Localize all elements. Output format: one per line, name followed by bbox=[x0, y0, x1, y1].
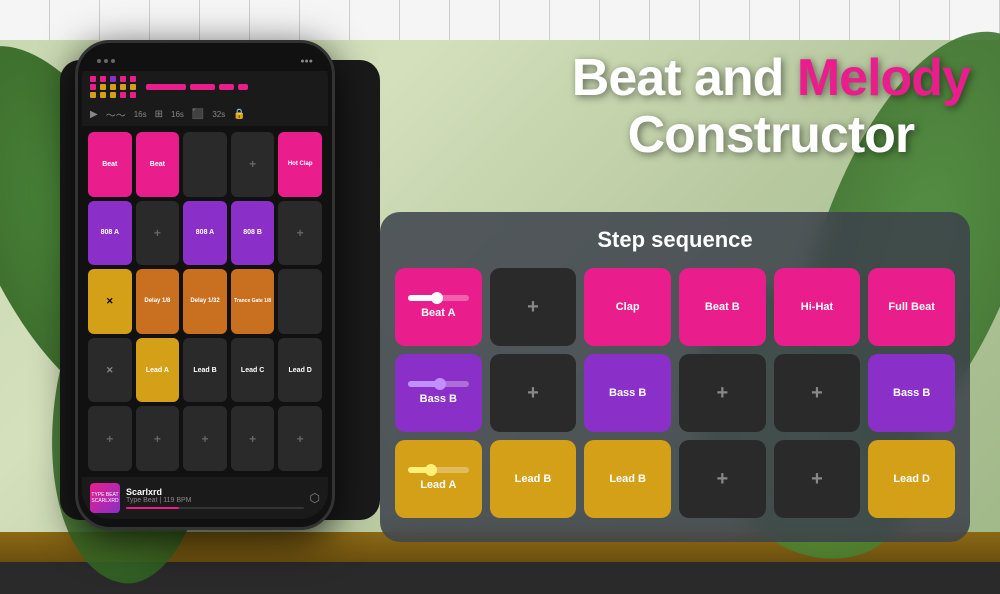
pad-add-5[interactable]: + bbox=[136, 406, 180, 471]
pad-add-6[interactable]: + bbox=[183, 406, 227, 471]
lead-a-slider[interactable] bbox=[408, 467, 469, 473]
step-pad-lead-b-1[interactable]: Lead B bbox=[490, 440, 577, 518]
pad-lead-c[interactable]: Lead C bbox=[231, 338, 275, 403]
lock-icon[interactable]: 🔒 bbox=[233, 109, 245, 120]
beat-a-slider[interactable] bbox=[408, 295, 469, 301]
pad-beat-b[interactable]: Beat bbox=[136, 132, 180, 197]
pad-hot-clap[interactable]: Hot Clap bbox=[278, 132, 322, 197]
piano-keys bbox=[0, 0, 1000, 40]
phone-header bbox=[82, 71, 328, 103]
footer-artist-name: Scarlxrd bbox=[126, 487, 304, 497]
pad-add-8[interactable]: + bbox=[278, 406, 322, 471]
step-pad-hi-hat[interactable]: Hi-Hat bbox=[774, 268, 861, 346]
pad-delay-1[interactable]: Delay 1/8 bbox=[136, 269, 180, 334]
title-line1: Beat and Melody bbox=[572, 50, 970, 107]
step-sequence-title: Step sequence bbox=[395, 227, 955, 253]
phone-footer: TYPE BEAT SCARLXRD Scarlxrd Type Beat | … bbox=[82, 477, 328, 519]
pad-empty-2[interactable] bbox=[278, 269, 322, 334]
step-pad-add-1[interactable]: + bbox=[490, 268, 577, 346]
step-pad-beat-b[interactable]: Beat B bbox=[679, 268, 766, 346]
step-pad-bass-b-3[interactable]: Bass B bbox=[868, 354, 955, 432]
app-logo-dots bbox=[90, 76, 138, 98]
phone-notch bbox=[165, 43, 245, 55]
pad-808a-1[interactable]: 808 A bbox=[88, 201, 132, 266]
step-sequence-grid: Beat A + Clap Beat B Hi-Hat Full Beat Ba… bbox=[395, 268, 955, 518]
footer-artist-label-sm: SCARLXRD bbox=[91, 498, 118, 504]
pad-add-7[interactable]: + bbox=[231, 406, 275, 471]
step-pad-full-beat[interactable]: Full Beat bbox=[868, 268, 955, 346]
step-pad-beat-a[interactable]: Beat A bbox=[395, 268, 482, 346]
pad-beat-a[interactable]: Beat bbox=[88, 132, 132, 197]
step-pad-add-4[interactable]: + bbox=[774, 354, 861, 432]
pad-lead-b-1[interactable]: Lead B bbox=[183, 338, 227, 403]
step-pad-add-3[interactable]: + bbox=[679, 354, 766, 432]
wave-icon[interactable]: 〜〜 bbox=[106, 107, 126, 122]
phone-controls-bar: ▶ 〜〜 16s ⊞ 16s ⬛ 32s 🔒 bbox=[82, 103, 328, 126]
title-line2: Constructor bbox=[572, 107, 970, 164]
bass-b-slider[interactable] bbox=[408, 381, 469, 387]
step-pad-add-6[interactable]: + bbox=[774, 440, 861, 518]
pad-lead-d-1[interactable]: Lead D bbox=[278, 338, 322, 403]
footer-track-info: Scarlxrd Type Beat | 119 BPM bbox=[126, 487, 304, 509]
pad-add-1[interactable]: + bbox=[231, 132, 275, 197]
pad-x-2[interactable]: ✕ bbox=[88, 338, 132, 403]
step-pad-lead-a[interactable]: Lead A bbox=[395, 440, 482, 518]
title-melody: Melody bbox=[797, 49, 970, 107]
step-pad-lead-d[interactable]: Lead D bbox=[868, 440, 955, 518]
title-area: Beat and Melody Constructor bbox=[572, 50, 970, 164]
record-icon[interactable]: ⬛ bbox=[192, 109, 204, 120]
pad-808b[interactable]: 808 B bbox=[231, 201, 275, 266]
track-thumbnail: TYPE BEAT SCARLXRD bbox=[90, 483, 120, 513]
pad-add-2[interactable]: + bbox=[136, 201, 180, 266]
phone: ●●● bbox=[75, 40, 335, 530]
footer-track-desc: Type Beat | 119 BPM bbox=[126, 497, 304, 504]
play-icon[interactable]: ▶ bbox=[90, 109, 98, 120]
pad-delay-2[interactable]: Delay 1/32 bbox=[183, 269, 227, 334]
pad-add-3[interactable]: + bbox=[278, 201, 322, 266]
exit-icon[interactable]: ⬡ bbox=[310, 491, 320, 505]
step-sequence-panel: Step sequence Beat A + Clap Beat B Hi-Ha… bbox=[380, 212, 970, 542]
phone-screen: ●●● bbox=[82, 51, 328, 519]
pad-trance-gate[interactable]: Trance Gate 1/8 bbox=[231, 269, 275, 334]
step-pad-add-2[interactable]: + bbox=[490, 354, 577, 432]
phone-pad-grid: Beat Beat + Hot Clap 808 A + 808 A 808 B… bbox=[82, 126, 328, 477]
pad-808a-2[interactable]: 808 A bbox=[183, 201, 227, 266]
grid-icon[interactable]: ⊞ bbox=[155, 109, 163, 120]
step-pad-clap[interactable]: Clap bbox=[584, 268, 671, 346]
pad-lead-a[interactable]: Lead A bbox=[136, 338, 180, 403]
phone-app: ●●● bbox=[82, 51, 328, 519]
step-pad-bass-b-1[interactable]: Bass B bbox=[395, 354, 482, 432]
pad-empty-1[interactable] bbox=[183, 132, 227, 197]
title-beat-and: Beat and bbox=[572, 49, 797, 107]
pad-x-1[interactable]: ✕ bbox=[88, 269, 132, 334]
step-pad-bass-b-2[interactable]: Bass B bbox=[584, 354, 671, 432]
pad-add-4[interactable]: + bbox=[88, 406, 132, 471]
step-pad-add-5[interactable]: + bbox=[679, 440, 766, 518]
step-pad-lead-b-2[interactable]: Lead B bbox=[584, 440, 671, 518]
step-pad-beat-a-label: Beat A bbox=[421, 307, 455, 319]
